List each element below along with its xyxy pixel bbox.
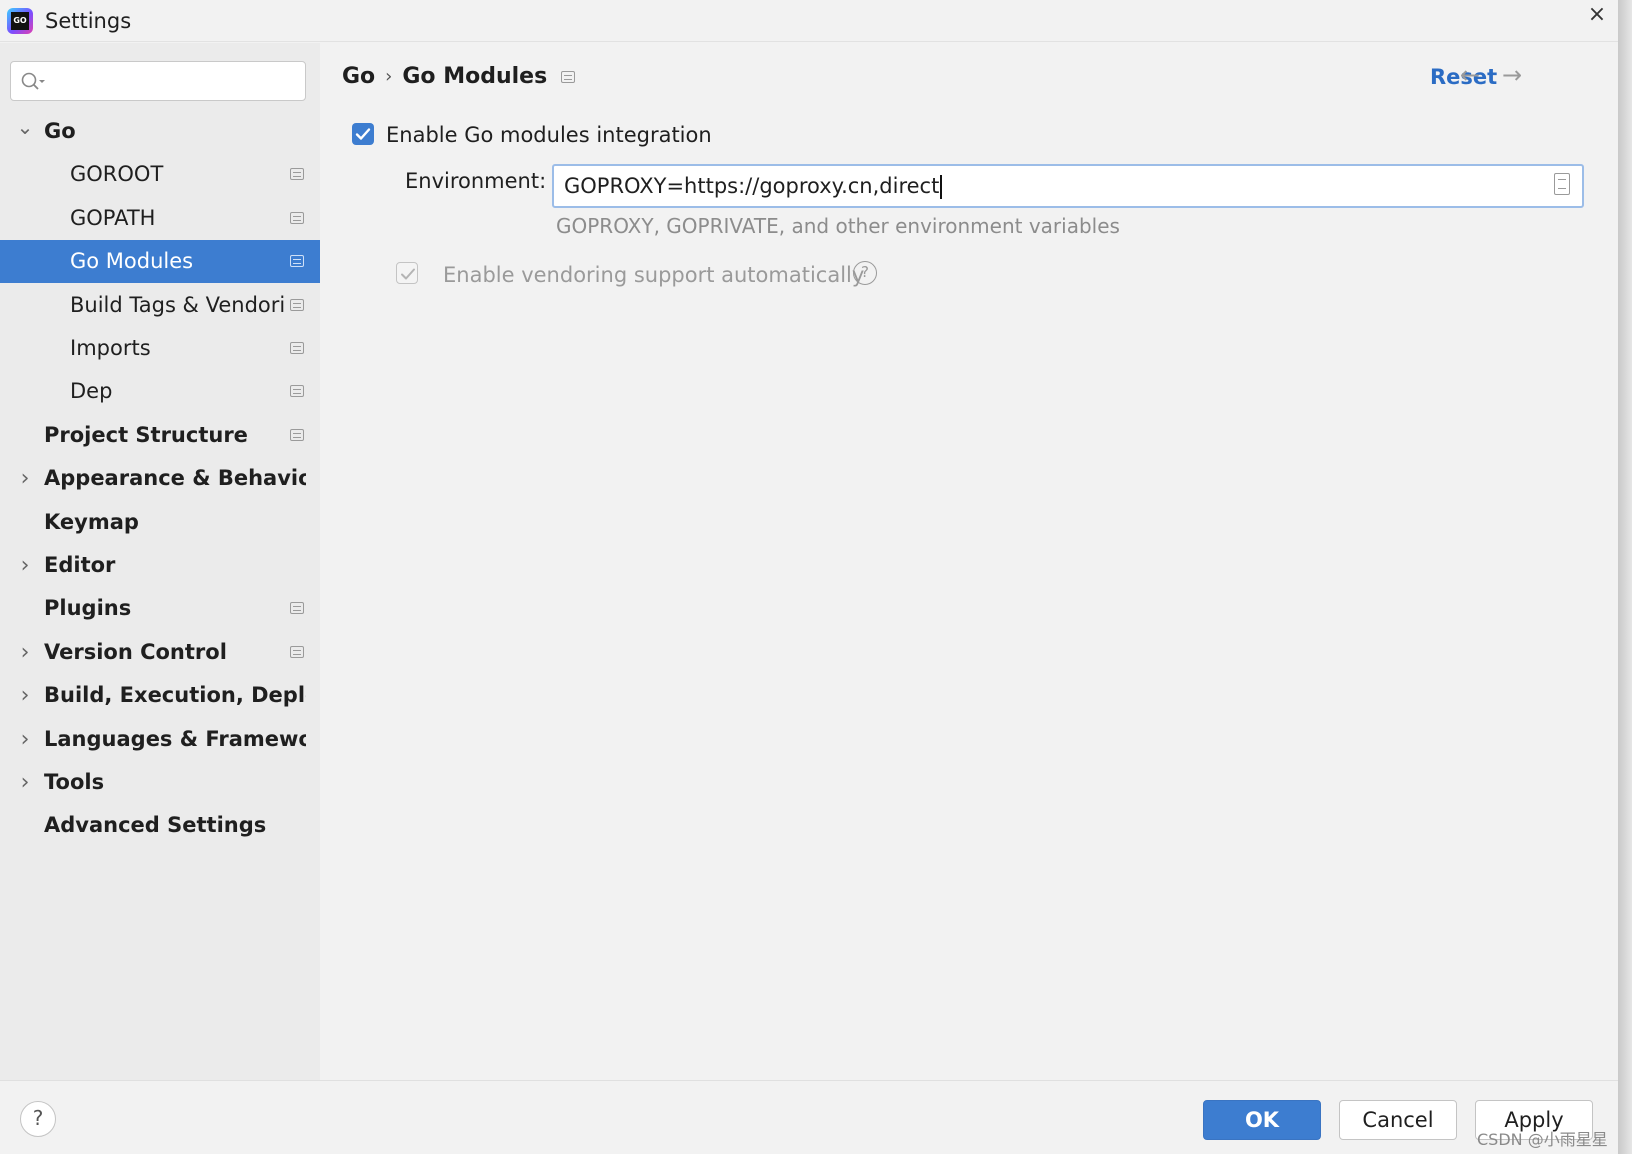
dialog-footer: ? OK Cancel Apply	[0, 1080, 1618, 1154]
chevron-right-icon[interactable]: ›	[16, 761, 34, 804]
project-settings-icon	[290, 342, 304, 354]
sidebar-item-label: Dep	[70, 379, 113, 403]
settings-dialog: GO Settings × ⌄ Go GOROOT GOPATH Go Modules B…	[0, 0, 1618, 1154]
sidebar-item-label: Go Modules	[70, 249, 194, 273]
project-settings-icon	[290, 429, 304, 441]
sidebar-item-editor[interactable]: › Editor	[0, 544, 320, 587]
sidebar-item-dep[interactable]: Dep	[0, 370, 320, 413]
sidebar-item-label: Imports	[70, 336, 151, 360]
sidebar-item-label: Project Structure	[44, 423, 248, 447]
sidebar-item-build-execution-deployr[interactable]: › Build, Execution, Deployr	[0, 674, 320, 717]
enable-vendoring-label: Enable vendoring support automatically	[443, 263, 865, 287]
close-icon[interactable]: ×	[1584, 2, 1610, 28]
sidebar-item-label: Languages & Framework:	[44, 727, 306, 751]
window-title: Settings	[45, 9, 132, 33]
enable-go-modules-checkbox[interactable]	[352, 123, 374, 145]
sidebar-item-label: Editor	[44, 553, 116, 577]
breadcrumb-separator: ›	[385, 66, 393, 87]
sidebar-item-label: Build, Execution, Deployr	[44, 683, 306, 707]
checkmark-icon	[401, 268, 415, 280]
sidebar-item-label: GOROOT	[70, 162, 164, 186]
project-settings-icon	[290, 212, 304, 224]
expand-field-icon[interactable]	[1554, 173, 1570, 195]
sidebar-item-project-structure[interactable]: Project Structure	[0, 414, 320, 457]
sidebar-item-go[interactable]: ⌄ Go	[0, 110, 320, 153]
sidebar-item-imports[interactable]: Imports	[0, 327, 320, 370]
sidebar-item-label: Go	[44, 119, 76, 143]
sidebar-item-advanced-settings[interactable]: Advanced Settings	[0, 804, 320, 847]
sidebar-item-label: Plugins	[44, 596, 132, 620]
project-settings-icon	[561, 70, 576, 83]
help-icon[interactable]: ?	[853, 261, 877, 285]
goland-logo-text: GO	[11, 12, 29, 30]
chevron-right-icon[interactable]: ›	[16, 631, 34, 674]
settings-sidebar: ⌄ Go GOROOT GOPATH Go Modules Build Tags & Ve…	[0, 43, 320, 1080]
sidebar-item-label: GOPATH	[70, 206, 156, 230]
sidebar-item-gopath[interactable]: GOPATH	[0, 197, 320, 240]
sidebar-item-goroot[interactable]: GOROOT	[0, 153, 320, 196]
sidebar-item-build-tags-vendori[interactable]: Build Tags & Vendori	[0, 284, 320, 327]
title-bar: GO Settings ×	[0, 0, 1618, 42]
breadcrumb: Go › Go Modules	[342, 64, 576, 89]
project-settings-icon	[290, 385, 304, 397]
chevron-right-icon[interactable]: ›	[16, 718, 34, 761]
project-settings-icon	[290, 602, 304, 614]
environment-value: GOPROXY=https://goproxy.cn,direct	[564, 174, 940, 198]
text-caret	[940, 175, 943, 199]
breadcrumb-go[interactable]: Go	[342, 64, 375, 89]
sidebar-item-keymap[interactable]: Keymap	[0, 501, 320, 544]
sidebar-item-label: Advanced Settings	[44, 813, 267, 837]
sidebar-item-languages-framework[interactable]: › Languages & Framework:	[0, 718, 320, 761]
project-settings-icon	[290, 299, 304, 311]
settings-content: Go › Go Modules Reset ← → Enable Go modu…	[320, 43, 1618, 1080]
search-icon	[21, 72, 45, 90]
project-settings-icon	[290, 646, 304, 658]
sidebar-item-label: Tools	[44, 770, 105, 794]
sidebar-item-appearance-behavior[interactable]: › Appearance & Behavior	[0, 457, 320, 500]
sidebar-item-tools[interactable]: › Tools	[0, 761, 320, 804]
breadcrumb-go-modules: Go Modules	[402, 64, 548, 89]
sidebar-item-plugins[interactable]: Plugins	[0, 587, 320, 630]
sidebar-item-label: Build Tags & Vendori	[70, 293, 285, 317]
enable-vendoring-checkbox[interactable]	[396, 262, 418, 284]
chevron-right-icon[interactable]: ›	[16, 457, 34, 500]
settings-search-input[interactable]	[10, 61, 306, 101]
environment-label: Environment:	[405, 169, 547, 193]
sidebar-item-label: Version Control	[44, 640, 227, 664]
sidebar-item-version-control[interactable]: › Version Control	[0, 631, 320, 674]
environment-field[interactable]: GOPROXY=https://goproxy.cn,direct	[552, 164, 1584, 208]
enable-go-modules-label[interactable]: Enable Go modules integration	[386, 123, 712, 147]
ok-button[interactable]: OK	[1203, 1100, 1321, 1140]
project-settings-icon	[290, 168, 304, 180]
window-edge-shadow	[1618, 0, 1632, 1154]
sidebar-item-go-modules[interactable]: Go Modules	[0, 240, 320, 283]
help-button[interactable]: ?	[20, 1101, 56, 1137]
chevron-down-icon[interactable]: ⌄	[16, 110, 34, 153]
sidebar-item-label: Appearance & Behavior	[44, 466, 306, 490]
environment-hint: GOPROXY, GOPRIVATE, and other environmen…	[556, 214, 1120, 238]
forward-arrow-icon[interactable]: →	[1502, 61, 1522, 89]
watermark: CSDN @小雨星星	[1477, 1130, 1608, 1149]
sidebar-item-label: Keymap	[44, 510, 139, 534]
checkmark-icon	[355, 128, 371, 140]
chevron-right-icon[interactable]: ›	[16, 674, 34, 717]
cancel-button[interactable]: Cancel	[1339, 1100, 1457, 1140]
project-settings-icon	[290, 255, 304, 267]
chevron-right-icon[interactable]: ›	[16, 544, 34, 587]
goland-logo-icon: GO	[7, 8, 33, 34]
back-arrow-icon[interactable]: ←	[1460, 61, 1480, 89]
